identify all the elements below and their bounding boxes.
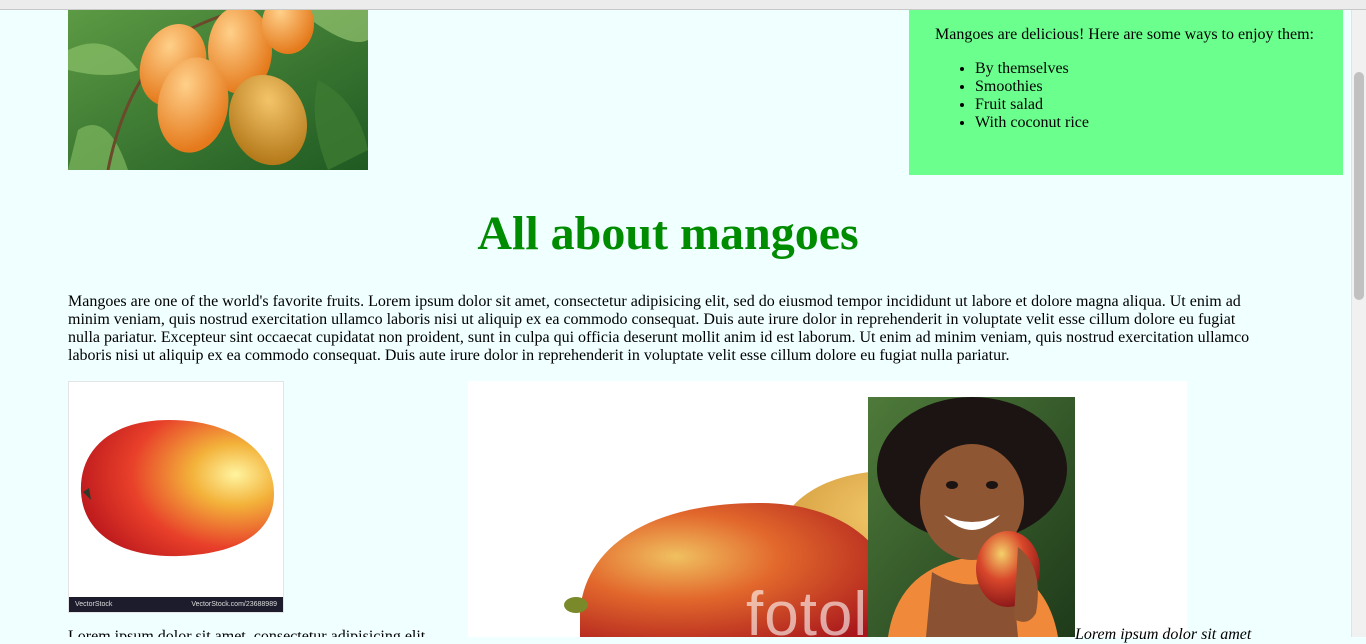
serving-suggestions-box: Mangoes are delicious! Here are some way…	[909, 10, 1343, 175]
browser-top-edge	[0, 0, 1366, 10]
scrollbar-thumb[interactable]	[1354, 72, 1364, 300]
vectorstock-url: VectorStock.com/23688989	[191, 601, 277, 608]
list-item: By themselves	[975, 60, 1343, 78]
mango-pair-photo: fotol	[468, 381, 1187, 637]
list-item: Smoothies	[975, 78, 1343, 96]
vectorstock-strip: VectorStock VectorStock.com/23688989	[69, 597, 283, 612]
photo-watermark: fotol	[746, 580, 869, 637]
vertical-scrollbar[interactable]	[1351, 10, 1366, 637]
image-caption: Lorem ipsum dolor sit amet	[1075, 626, 1252, 643]
list-item: Fruit salad	[975, 96, 1343, 114]
page-title: All about mangoes	[477, 207, 859, 260]
lower-paragraph: Lorem ipsum dolor sit amet, consectetur …	[68, 628, 426, 637]
intro-paragraph: Mangoes are one of the world's favorite …	[68, 293, 1250, 364]
mango-illustration: VectorStock VectorStock.com/23688989	[68, 381, 284, 613]
serving-list: By themselves Smoothies Fruit salad With…	[935, 60, 1343, 132]
aside-intro: Mangoes are delicious! Here are some way…	[935, 26, 1314, 43]
mango-tree-photo	[68, 10, 368, 170]
list-item: With coconut rice	[975, 114, 1343, 132]
girl-with-mango-photo	[868, 397, 1075, 637]
vectorstock-brand: VectorStock	[75, 601, 113, 608]
